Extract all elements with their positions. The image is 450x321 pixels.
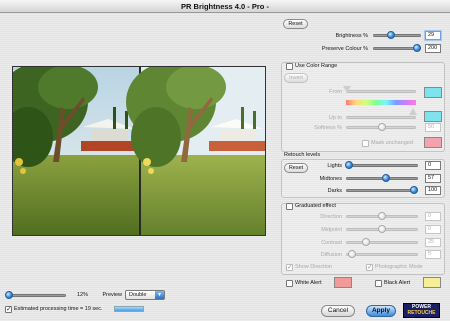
zoom-value: 12%	[76, 292, 88, 298]
upto-slider[interactable]	[346, 116, 416, 119]
direction-field[interactable]: 0	[425, 212, 441, 221]
mask-unchanged-label: Mask unchanged	[371, 140, 413, 146]
darks-label: Darks	[327, 188, 342, 194]
processing-progress-bar	[114, 306, 144, 312]
mask-unchanged-checkbox[interactable]	[362, 140, 369, 147]
window-title: PR Brightness 4.0 - Pro -	[181, 2, 269, 11]
preview-mode-select[interactable]: Double ▼	[125, 290, 165, 300]
midtones-field[interactable]: 57	[425, 174, 441, 183]
darks-slider[interactable]	[346, 189, 418, 192]
graduated-effect-label: Graduated effect	[295, 203, 336, 209]
brightness-label: Brightness %	[335, 33, 368, 39]
softness-field[interactable]: 50	[425, 123, 441, 132]
retouch-levels-header: Retouch levels	[284, 152, 321, 158]
upto-slider-pointer[interactable]	[409, 108, 417, 115]
darks-slider-knob[interactable]	[410, 185, 418, 194]
upto-color-swatch[interactable]	[424, 111, 442, 122]
brightness-slider[interactable]	[373, 34, 421, 37]
preview-image[interactable]	[12, 66, 266, 236]
diffusion-slider-knob[interactable]	[348, 249, 356, 258]
black-alert-checkbox[interactable]	[375, 280, 382, 287]
graduated-effect-checkbox[interactable]	[286, 203, 293, 210]
cancel-button[interactable]: Cancel	[321, 305, 355, 317]
midpoint-slider-knob[interactable]	[378, 224, 386, 233]
photographic-mode-label: Photographic Mode	[375, 264, 423, 270]
use-color-range-label: Use Color Range	[295, 63, 338, 69]
lights-slider[interactable]	[346, 164, 418, 167]
from-slider-pointer[interactable]	[343, 86, 351, 93]
preserve-colour-field[interactable]: 200	[425, 44, 441, 53]
white-alert-color-swatch[interactable]	[334, 277, 352, 288]
lights-label: Lights	[327, 163, 342, 169]
retouch-reset-button[interactable]: Reset	[284, 163, 308, 173]
midpoint-label: Midpoint	[321, 227, 342, 233]
softness-slider-knob[interactable]	[378, 122, 386, 131]
mask-color-swatch[interactable]	[424, 137, 442, 148]
chevron-down-icon: ▼	[155, 291, 164, 299]
midtones-label: Midtones	[319, 176, 342, 182]
softness-label: Softness %	[314, 125, 342, 131]
estimated-time-checkbox[interactable]	[5, 306, 12, 313]
contrast-slider[interactable]	[346, 241, 418, 244]
brightness-slider-knob[interactable]	[387, 30, 395, 39]
hue-spectrum-bar	[346, 100, 416, 105]
direction-slider-knob[interactable]	[378, 211, 386, 220]
upto-label: Up to	[328, 115, 342, 121]
diffusion-field[interactable]: 5	[425, 250, 441, 259]
reset-button[interactable]: Reset	[283, 19, 308, 29]
show-direction-label: Show Direction	[295, 264, 332, 270]
black-alert-label: Black Alert	[384, 280, 410, 286]
use-color-range-checkbox[interactable]	[286, 63, 293, 70]
direction-label: Direction	[320, 214, 342, 220]
diffusion-label: Diffusion	[320, 252, 342, 258]
invert-button[interactable]: Invert	[284, 73, 308, 83]
preview-mode-label: Preview	[102, 292, 122, 298]
garden-photo-preview	[13, 67, 265, 235]
diffusion-slider[interactable]	[346, 253, 418, 256]
from-slider[interactable]	[346, 90, 416, 93]
black-alert-color-swatch[interactable]	[423, 277, 441, 288]
apply-button[interactable]: Apply	[366, 305, 396, 317]
window-title-bar: PR Brightness 4.0 - Pro -	[0, 0, 450, 13]
contrast-label: Contrast	[321, 240, 342, 246]
contrast-slider-knob[interactable]	[362, 237, 370, 246]
lights-field[interactable]: 0	[425, 161, 441, 170]
zoom-slider-knob[interactable]	[5, 290, 13, 299]
power-retouche-logo: POWER RETOUCHE	[403, 303, 440, 318]
show-direction-checkbox[interactable]	[286, 264, 293, 271]
brightness-field[interactable]: 29	[425, 31, 441, 40]
from-label: From	[329, 89, 342, 95]
midtones-slider-knob[interactable]	[382, 173, 390, 182]
lights-slider-knob[interactable]	[345, 160, 353, 169]
contrast-field[interactable]: 25	[425, 238, 441, 247]
from-color-swatch[interactable]	[424, 87, 442, 98]
zoom-slider[interactable]	[6, 294, 66, 297]
midpoint-field[interactable]: 0	[425, 225, 441, 234]
photographic-mode-checkbox[interactable]	[366, 264, 373, 271]
estimated-time-label: Estimated processing time = 19 sec.	[14, 306, 103, 312]
darks-field[interactable]: 100	[425, 186, 441, 195]
preserve-colour-label: Preserve Colour %	[321, 46, 368, 52]
logo-line-2: RETOUCHE	[407, 309, 436, 316]
preserve-colour-slider-knob[interactable]	[413, 43, 421, 52]
white-alert-checkbox[interactable]	[286, 280, 293, 287]
preview-mode-selected: Double	[129, 292, 147, 298]
white-alert-label: White Alert	[295, 280, 322, 286]
